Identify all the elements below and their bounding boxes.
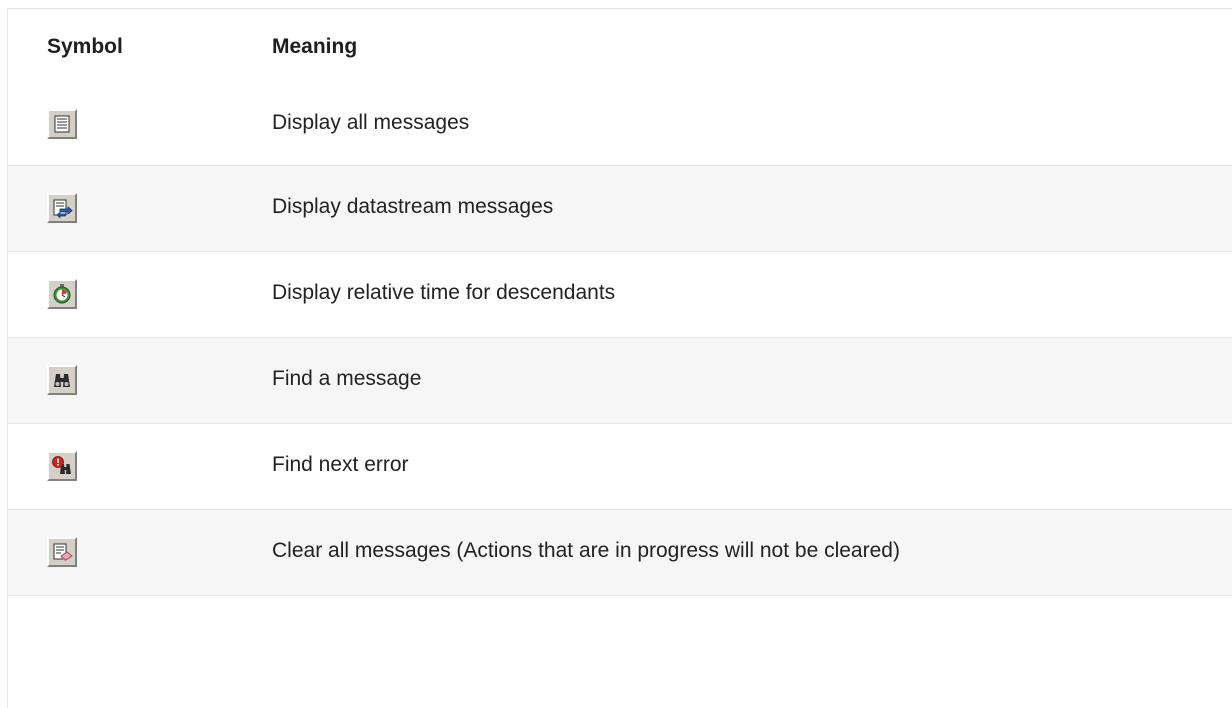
symbol-cell — [8, 509, 234, 595]
relative-time-descendants-icon — [47, 279, 77, 309]
table-row: Display relative time for descendants — [8, 251, 1232, 337]
symbol-cell — [8, 423, 234, 509]
display-datastream-messages-icon — [47, 193, 77, 223]
table-row: Display datastream messages — [8, 165, 1232, 251]
meaning-cell: Display datastream messages — [272, 195, 554, 218]
legend-frame: Symbol Meaning Display all messages Disp… — [7, 8, 1232, 708]
symbol-column-header: Symbol — [47, 34, 123, 58]
table-row: Clear all messages (Actions that are in … — [8, 509, 1232, 595]
symbol-cell — [8, 165, 234, 251]
find-message-icon — [47, 365, 77, 395]
symbol-cell — [8, 84, 234, 165]
clear-all-messages-icon — [47, 537, 77, 567]
meaning-cell: Display relative time for descendants — [272, 281, 616, 304]
meaning-cell: Display all messages — [272, 111, 470, 135]
meaning-cell: Find next error — [272, 453, 409, 476]
meaning-column-header: Meaning — [272, 34, 358, 58]
table-header-row: Symbol Meaning — [8, 9, 1232, 84]
symbol-cell — [8, 251, 234, 337]
table-row: Find a message — [8, 337, 1232, 423]
table-row: Find next error — [8, 423, 1232, 509]
meaning-cell: Clear all messages (Actions that are in … — [272, 539, 900, 562]
symbol-cell — [8, 337, 234, 423]
symbol-legend-table: Symbol Meaning Display all messages Disp… — [8, 9, 1232, 596]
find-next-error-icon — [47, 451, 77, 481]
meaning-cell: Find a message — [272, 367, 422, 390]
table-row: Display all messages — [8, 84, 1232, 165]
display-all-messages-icon — [47, 109, 77, 140]
